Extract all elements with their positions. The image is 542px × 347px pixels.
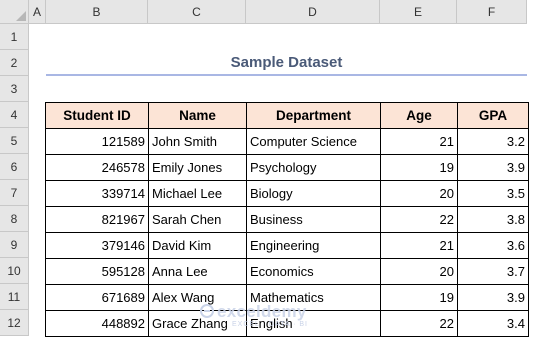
row-header-11[interactable]: 11 (0, 284, 29, 310)
cell-gpa[interactable]: 3.9 (457, 284, 529, 311)
header-name[interactable]: Name (148, 102, 247, 129)
table-row: 595128 Anna Lee Economics 20 3.7 (45, 258, 529, 285)
exceldemy-logo-icon (200, 304, 214, 318)
cell-gpa[interactable]: 3.7 (457, 258, 529, 285)
cell-gpa[interactable]: 3.6 (457, 232, 529, 259)
column-header-b[interactable]: B (46, 0, 148, 24)
cell-age[interactable]: 20 (380, 258, 458, 285)
cell-age[interactable]: 22 (380, 206, 458, 233)
cell-name[interactable]: John Smith (148, 128, 247, 155)
cell-student-id[interactable]: 339714 (45, 180, 149, 207)
cell-name[interactable]: David Kim (148, 232, 247, 259)
cell-gpa[interactable]: 3.4 (457, 310, 529, 337)
cell-student-id[interactable]: 821967 (45, 206, 149, 233)
table-header-row: Student ID Name Department Age GPA (45, 102, 529, 129)
cell-student-id[interactable]: 121589 (45, 128, 149, 155)
title-underline (46, 74, 527, 76)
spreadsheet: A B C D E F 1 2 3 4 5 6 7 8 9 10 11 12 S… (0, 0, 542, 347)
cell-name[interactable]: Michael Lee (148, 180, 247, 207)
column-header-e[interactable]: E (380, 0, 457, 24)
cell-age[interactable]: 20 (380, 180, 458, 207)
cell-gpa[interactable]: 3.8 (457, 206, 529, 233)
cell-student-id[interactable]: 595128 (45, 258, 149, 285)
cell-name[interactable]: Emily Jones (148, 154, 247, 181)
watermark-name: exceldemy (217, 302, 307, 321)
header-age[interactable]: Age (380, 102, 458, 129)
cell-department[interactable]: Psychology (246, 154, 381, 181)
cell-department[interactable]: Economics (246, 258, 381, 285)
column-header-d[interactable]: D (246, 0, 380, 24)
row-header-10[interactable]: 10 (0, 258, 29, 284)
cell-student-id[interactable]: 448892 (45, 310, 149, 337)
watermark-tagline: EXCEL · DATA · BI (232, 321, 308, 328)
cell-gpa[interactable]: 3.2 (457, 128, 529, 155)
row-header-4[interactable]: 4 (0, 102, 29, 128)
cell-department[interactable]: Business (246, 206, 381, 233)
dataset-title: Sample Dataset (230, 54, 343, 71)
row-header-8[interactable]: 8 (0, 206, 29, 232)
row-header-1[interactable]: 1 (0, 24, 29, 50)
column-header-a[interactable]: A (29, 0, 46, 24)
cell-name[interactable]: Sarah Chen (148, 206, 247, 233)
cell-age[interactable]: 19 (380, 284, 458, 311)
cell-student-id[interactable]: 246578 (45, 154, 149, 181)
cell-department[interactable]: Computer Science (246, 128, 381, 155)
cell-age[interactable]: 21 (380, 232, 458, 259)
column-header-c[interactable]: C (148, 0, 246, 24)
cell-gpa[interactable]: 3.5 (457, 180, 529, 207)
cell-age[interactable]: 21 (380, 128, 458, 155)
select-all-corner[interactable] (0, 0, 29, 24)
row-header-9[interactable]: 9 (0, 232, 29, 258)
row-header-5[interactable]: 5 (0, 128, 29, 154)
table-row: 246578 Emily Jones Psychology 19 3.9 (45, 154, 529, 181)
row-header-12[interactable]: 12 (0, 310, 29, 336)
header-gpa[interactable]: GPA (457, 102, 529, 129)
row-header-3[interactable]: 3 (0, 76, 29, 102)
table-row: 821967 Sarah Chen Business 22 3.8 (45, 206, 529, 233)
table-row: 121589 John Smith Computer Science 21 3.… (45, 128, 529, 155)
cell-student-id[interactable]: 671689 (45, 284, 149, 311)
column-header-f[interactable]: F (457, 0, 527, 24)
cell-department[interactable]: Biology (246, 180, 381, 207)
table-row: 339714 Michael Lee Biology 20 3.5 (45, 180, 529, 207)
cell-name[interactable]: Anna Lee (148, 258, 247, 285)
cell-gpa[interactable]: 3.9 (457, 154, 529, 181)
header-department[interactable]: Department (246, 102, 381, 129)
row-header-2[interactable]: 2 (0, 50, 29, 76)
header-student-id[interactable]: Student ID (45, 102, 149, 129)
cell-age[interactable]: 19 (380, 154, 458, 181)
row-header-6[interactable]: 6 (0, 154, 29, 180)
cell-department[interactable]: Engineering (246, 232, 381, 259)
table-row: 379146 David Kim Engineering 21 3.6 (45, 232, 529, 259)
cell-age[interactable]: 22 (380, 310, 458, 337)
row-header-7[interactable]: 7 (0, 180, 29, 206)
cell-student-id[interactable]: 379146 (45, 232, 149, 259)
